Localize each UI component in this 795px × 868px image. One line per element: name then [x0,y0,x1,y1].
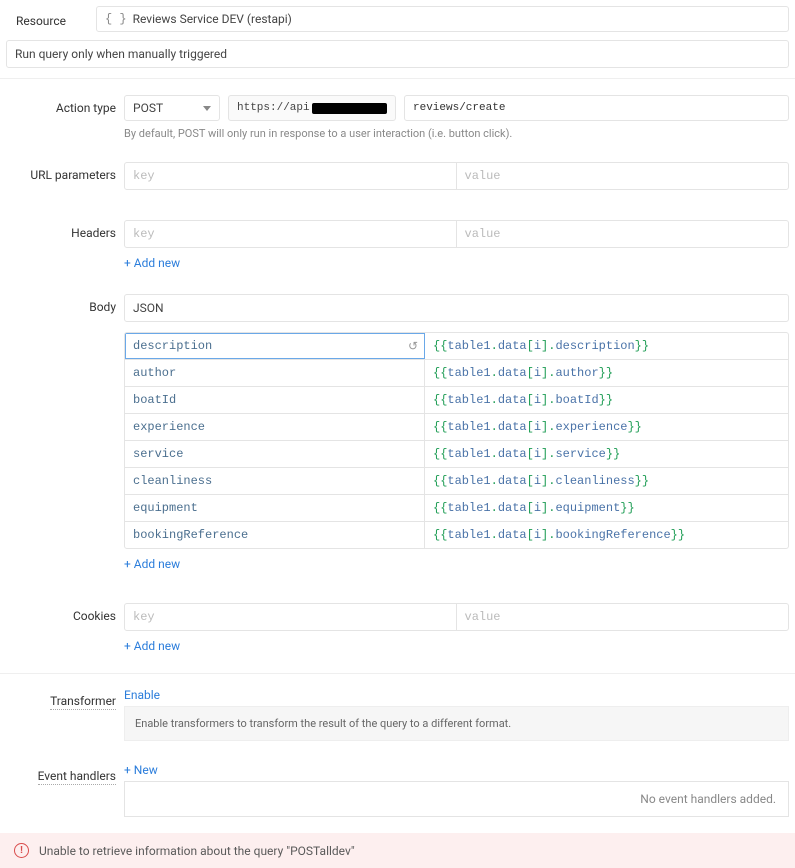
cookies-section: Cookies key value + Add new [0,599,795,659]
add-body-field-button[interactable]: + Add new [124,555,789,573]
transformer-description: Enable transformers to transform the res… [124,706,789,741]
table-row: experience{{table1.data[i].experience}} [125,413,788,440]
body-value-input[interactable]: {{table1.data[i].service}} [425,441,788,467]
body-value-input[interactable]: {{table1.data[i].description}} [425,333,788,359]
url-params-table: key value [124,162,789,190]
cookies-table: key value [124,603,789,631]
url-path-text: reviews/create [413,102,505,114]
body-value-input[interactable]: {{table1.data[i].boatId}} [425,387,788,413]
table-row: bookingReference{{table1.data[i].booking… [125,521,788,548]
event-handlers-section: Event handlers + New No event handlers a… [0,759,795,821]
table-row: key value [125,221,788,247]
cookies-label: Cookies [6,603,124,655]
body-value-input[interactable]: {{table1.data[i].experience}} [425,414,788,440]
event-handlers-label: Event handlers [6,763,124,817]
braces-icon: { } [105,12,127,26]
error-message: Unable to retrieve information about the… [39,844,355,858]
run-trigger-text: Run query only when manually triggered [15,47,227,61]
table-row: cleanliness{{table1.data[i].cleanliness}… [125,467,788,494]
redacted-url [312,103,387,114]
table-row: key value [125,163,788,189]
body-value-input[interactable]: {{table1.data[i].author}} [425,360,788,386]
action-type-hint: By default, POST will only run in respon… [124,127,789,140]
body-key-input[interactable]: boatId [125,387,425,413]
history-icon[interactable]: ↺ [408,339,418,353]
resource-value: Reviews Service DEV (restapi) [133,12,292,26]
url-path-input[interactable]: reviews/create [404,95,789,121]
event-handlers-empty: No event handlers added. [124,781,789,817]
cookie-value-input[interactable]: value [457,604,789,630]
transformer-section: Transformer Enable Enable transformers t… [0,688,795,745]
table-row: key value [125,604,788,630]
http-method-value: POST [133,101,163,115]
add-event-handler-link[interactable]: + New [124,763,158,777]
body-key-input[interactable]: experience [125,414,425,440]
resource-label: Resource [6,10,96,28]
url-parameters-section: URL parameters key value [0,158,795,194]
error-banner: ! Unable to retrieve information about t… [0,833,795,868]
divider [0,78,795,79]
body-key-input[interactable]: description↺ [125,333,425,359]
run-trigger-select[interactable]: Run query only when manually triggered [6,40,789,68]
base-url-prefix: https://api [237,102,310,114]
body-json-table: description↺{{table1.data[i].description… [124,332,789,549]
cookie-key-input[interactable]: key [125,604,457,630]
url-param-key-input[interactable]: key [125,163,457,189]
body-value-input[interactable]: {{table1.data[i].equipment}} [425,495,788,521]
add-header-button[interactable]: + Add new [124,254,789,272]
body-key-input[interactable]: equipment [125,495,425,521]
body-key-input[interactable]: cleanliness [125,468,425,494]
body-key-input[interactable]: service [125,441,425,467]
add-cookie-button[interactable]: + Add new [124,637,789,655]
http-method-select[interactable]: POST [124,95,220,121]
resource-selector[interactable]: { } Reviews Service DEV (restapi) [96,6,789,32]
body-label: Body [6,294,124,573]
headers-label: Headers [6,220,124,272]
headers-section: Headers key value + Add new [0,216,795,276]
header-value-input[interactable]: value [457,221,789,247]
error-icon: ! [14,843,29,858]
chevron-down-icon [203,106,211,111]
body-type-select[interactable]: JSON [124,294,789,322]
body-value-input[interactable]: {{table1.data[i].bookingReference}} [425,522,788,548]
base-url-display: https://api [228,95,396,121]
body-value-input[interactable]: {{table1.data[i].cleanliness}} [425,468,788,494]
divider [0,673,795,674]
body-key-input[interactable]: bookingReference [125,522,425,548]
headers-table: key value [124,220,789,248]
url-parameters-label: URL parameters [6,162,124,190]
body-section: Body JSON description↺{{table1.data[i].d… [0,290,795,577]
table-row: author{{table1.data[i].author}} [125,359,788,386]
table-row: description↺{{table1.data[i].description… [125,333,788,359]
table-row: equipment{{table1.data[i].equipment}} [125,494,788,521]
action-type-label: Action type [6,95,124,140]
header-key-input[interactable]: key [125,221,457,247]
body-type-value: JSON [133,301,164,315]
transformer-label: Transformer [6,688,124,741]
enable-transformer-link[interactable]: Enable [124,688,160,702]
url-param-value-input[interactable]: value [457,163,789,189]
table-row: service{{table1.data[i].service}} [125,440,788,467]
table-row: boatId{{table1.data[i].boatId}} [125,386,788,413]
action-type-section: Action type POST https://api reviews/cre… [0,91,795,144]
body-key-input[interactable]: author [125,360,425,386]
resource-row: Resource { } Reviews Service DEV (restap… [0,0,795,36]
